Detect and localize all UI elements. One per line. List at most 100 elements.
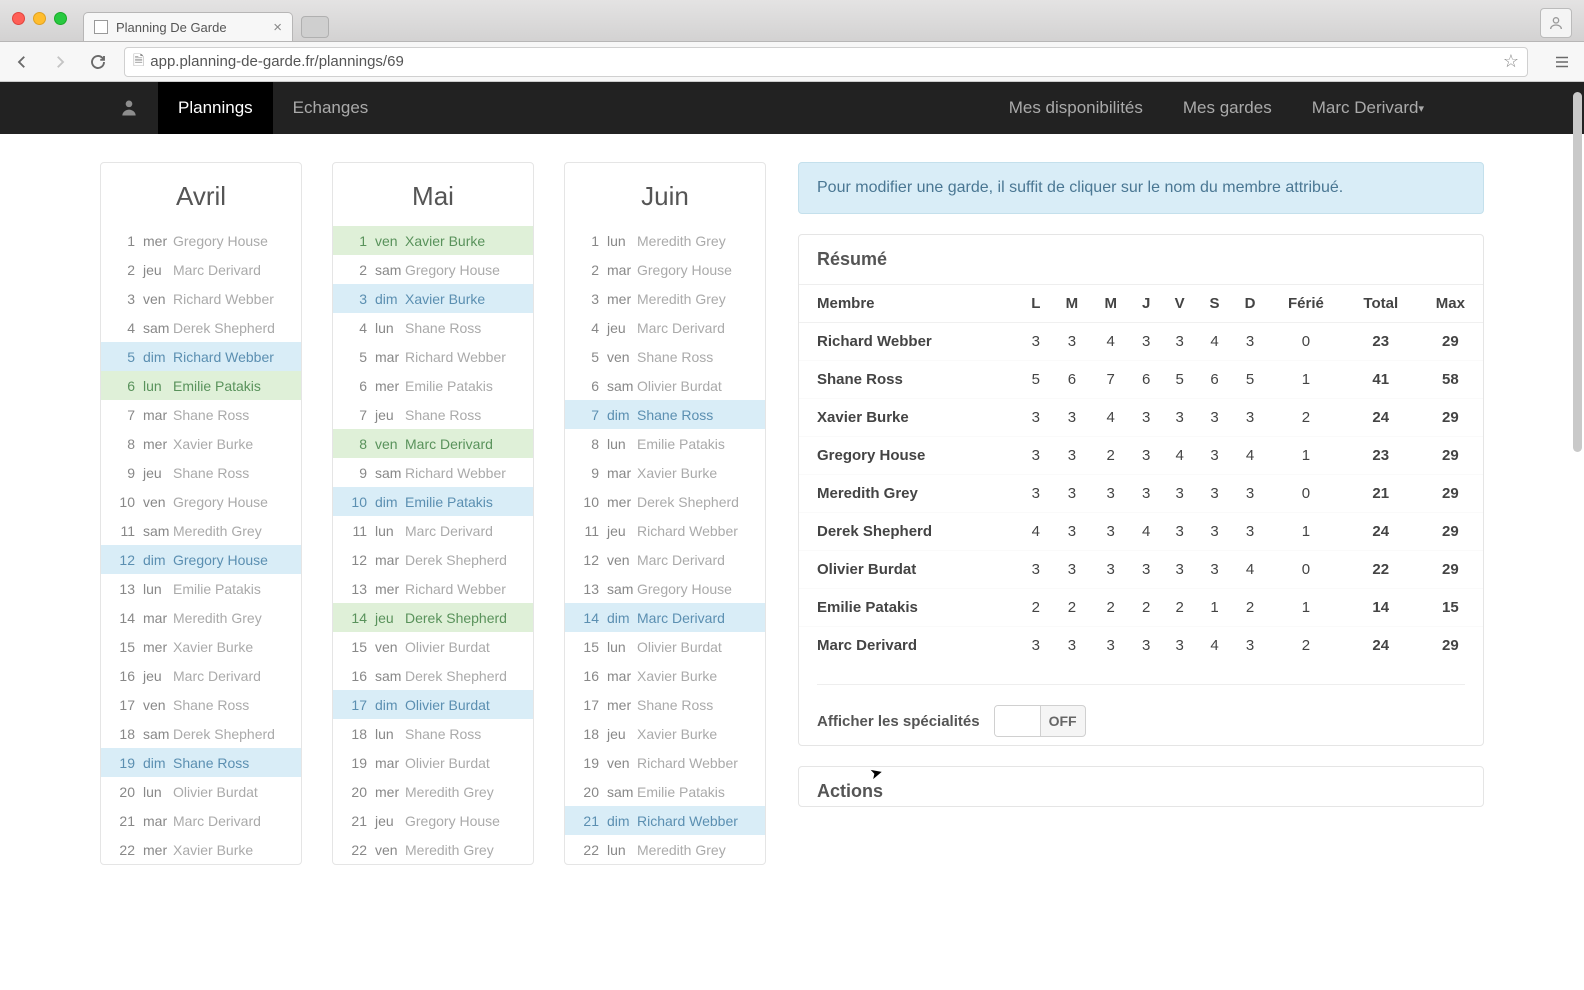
reload-button[interactable] bbox=[86, 50, 110, 74]
day-member[interactable]: Derek Shepherd bbox=[405, 668, 507, 684]
specialties-toggle[interactable]: OFF bbox=[994, 705, 1086, 737]
day-row[interactable]: 16marXavier Burke bbox=[565, 661, 765, 690]
day-member[interactable]: Marc Derivard bbox=[405, 523, 493, 539]
window-minimize-button[interactable] bbox=[33, 12, 46, 25]
day-row[interactable]: 7jeuShane Ross bbox=[333, 400, 533, 429]
day-member[interactable]: Richard Webber bbox=[173, 349, 274, 365]
day-member[interactable]: Xavier Burke bbox=[637, 668, 717, 684]
day-row[interactable]: 11jeuRichard Webber bbox=[565, 516, 765, 545]
day-row[interactable]: 4jeuMarc Derivard bbox=[565, 313, 765, 342]
day-member[interactable]: Richard Webber bbox=[637, 755, 738, 771]
day-row[interactable]: 3venRichard Webber bbox=[101, 284, 301, 313]
day-member[interactable]: Gregory House bbox=[405, 813, 500, 829]
day-row[interactable]: 14marMeredith Grey bbox=[101, 603, 301, 632]
day-member[interactable]: Shane Ross bbox=[637, 349, 713, 365]
day-member[interactable]: Marc Derivard bbox=[637, 552, 725, 568]
day-row[interactable]: 12dimGregory House bbox=[101, 545, 301, 574]
day-row[interactable]: 6lunEmilie Patakis bbox=[101, 371, 301, 400]
day-row[interactable]: 14jeuDerek Shepherd bbox=[333, 603, 533, 632]
day-member[interactable]: Emilie Patakis bbox=[637, 784, 725, 800]
scrollbar[interactable] bbox=[1573, 92, 1582, 452]
day-member[interactable]: Richard Webber bbox=[405, 465, 506, 481]
day-member[interactable]: Gregory House bbox=[405, 262, 500, 278]
day-member[interactable]: Olivier Burdat bbox=[637, 378, 722, 394]
forward-button[interactable] bbox=[48, 50, 72, 74]
day-row[interactable]: 21marMarc Derivard bbox=[101, 806, 301, 835]
day-row[interactable]: 12venMarc Derivard bbox=[565, 545, 765, 574]
day-member[interactable]: Gregory House bbox=[637, 262, 732, 278]
day-member[interactable]: Marc Derivard bbox=[173, 668, 261, 684]
day-row[interactable]: 6merEmilie Patakis bbox=[333, 371, 533, 400]
day-member[interactable]: Marc Derivard bbox=[173, 262, 261, 278]
day-member[interactable]: Shane Ross bbox=[173, 465, 249, 481]
day-row[interactable]: 20merMeredith Grey bbox=[333, 777, 533, 806]
day-member[interactable]: Marc Derivard bbox=[637, 320, 725, 336]
day-row[interactable]: 19venRichard Webber bbox=[565, 748, 765, 777]
day-member[interactable]: Emilie Patakis bbox=[173, 581, 261, 597]
day-member[interactable]: Meredith Grey bbox=[405, 842, 494, 858]
day-member[interactable]: Olivier Burdat bbox=[405, 697, 490, 713]
tab-close-icon[interactable]: × bbox=[273, 19, 282, 36]
day-row[interactable]: 14dimMarc Derivard bbox=[565, 603, 765, 632]
day-member[interactable]: Shane Ross bbox=[405, 407, 481, 423]
day-member[interactable]: Xavier Burke bbox=[405, 233, 485, 249]
day-row[interactable]: 18jeuXavier Burke bbox=[565, 719, 765, 748]
day-row[interactable]: 13merRichard Webber bbox=[333, 574, 533, 603]
day-member[interactable]: Olivier Burdat bbox=[405, 755, 490, 771]
day-row[interactable]: 12marDerek Shepherd bbox=[333, 545, 533, 574]
day-row[interactable]: 2jeuMarc Derivard bbox=[101, 255, 301, 284]
day-row[interactable]: 3dimXavier Burke bbox=[333, 284, 533, 313]
day-member[interactable]: Shane Ross bbox=[173, 755, 249, 771]
window-close-button[interactable] bbox=[12, 12, 25, 25]
day-member[interactable]: Derek Shepherd bbox=[173, 726, 275, 742]
day-member[interactable]: Derek Shepherd bbox=[637, 494, 739, 510]
hamburger-menu-button[interactable] bbox=[1550, 50, 1574, 74]
day-row[interactable]: 22merXavier Burke bbox=[101, 835, 301, 864]
day-row[interactable]: 13samGregory House bbox=[565, 574, 765, 603]
day-member[interactable]: Derek Shepherd bbox=[173, 320, 275, 336]
day-row[interactable]: 10dimEmilie Patakis bbox=[333, 487, 533, 516]
day-row[interactable]: 8merXavier Burke bbox=[101, 429, 301, 458]
day-member[interactable]: Shane Ross bbox=[173, 407, 249, 423]
day-member[interactable]: Gregory House bbox=[173, 552, 268, 568]
day-row[interactable]: 16samDerek Shepherd bbox=[333, 661, 533, 690]
day-row[interactable]: 20lunOlivier Burdat bbox=[101, 777, 301, 806]
day-member[interactable]: Shane Ross bbox=[637, 697, 713, 713]
day-member[interactable]: Derek Shepherd bbox=[405, 610, 507, 626]
brand-icon[interactable] bbox=[100, 82, 158, 134]
day-row[interactable]: 10merDerek Shepherd bbox=[565, 487, 765, 516]
day-member[interactable]: Richard Webber bbox=[405, 349, 506, 365]
nav-echanges[interactable]: Echanges bbox=[273, 82, 389, 134]
day-member[interactable]: Richard Webber bbox=[405, 581, 506, 597]
back-button[interactable] bbox=[10, 50, 34, 74]
day-row[interactable]: 19dimShane Ross bbox=[101, 748, 301, 777]
day-member[interactable]: Gregory House bbox=[173, 494, 268, 510]
day-row[interactable]: 3merMeredith Grey bbox=[565, 284, 765, 313]
day-member[interactable]: Olivier Burdat bbox=[405, 639, 490, 655]
day-row[interactable]: 9jeuShane Ross bbox=[101, 458, 301, 487]
day-member[interactable]: Shane Ross bbox=[405, 726, 481, 742]
day-row[interactable]: 7dimShane Ross bbox=[565, 400, 765, 429]
day-row[interactable]: 7marShane Ross bbox=[101, 400, 301, 429]
day-row[interactable]: 4lunShane Ross bbox=[333, 313, 533, 342]
day-row[interactable]: 11lunMarc Derivard bbox=[333, 516, 533, 545]
day-member[interactable]: Xavier Burke bbox=[173, 436, 253, 452]
day-member[interactable]: Xavier Burke bbox=[173, 842, 253, 858]
day-row[interactable]: 17dimOlivier Burdat bbox=[333, 690, 533, 719]
day-row[interactable]: 13lunEmilie Patakis bbox=[101, 574, 301, 603]
day-member[interactable]: Meredith Grey bbox=[405, 784, 494, 800]
day-row[interactable]: 5dimRichard Webber bbox=[101, 342, 301, 371]
nav-plannings[interactable]: Plannings bbox=[158, 82, 273, 134]
day-member[interactable]: Xavier Burke bbox=[173, 639, 253, 655]
day-member[interactable]: Derek Shepherd bbox=[405, 552, 507, 568]
day-member[interactable]: Emilie Patakis bbox=[637, 436, 725, 452]
bookmark-star-icon[interactable]: ☆ bbox=[1503, 51, 1519, 72]
day-member[interactable]: Richard Webber bbox=[637, 813, 738, 829]
day-row[interactable]: 22venMeredith Grey bbox=[333, 835, 533, 864]
browser-profile-button[interactable] bbox=[1540, 8, 1572, 38]
nav-user-menu[interactable]: Marc Derivard bbox=[1292, 82, 1444, 134]
day-member[interactable]: Emilie Patakis bbox=[405, 378, 493, 394]
day-member[interactable]: Marc Derivard bbox=[405, 436, 493, 452]
day-row[interactable]: 5venShane Ross bbox=[565, 342, 765, 371]
nav-gardes[interactable]: Mes gardes bbox=[1163, 82, 1292, 134]
